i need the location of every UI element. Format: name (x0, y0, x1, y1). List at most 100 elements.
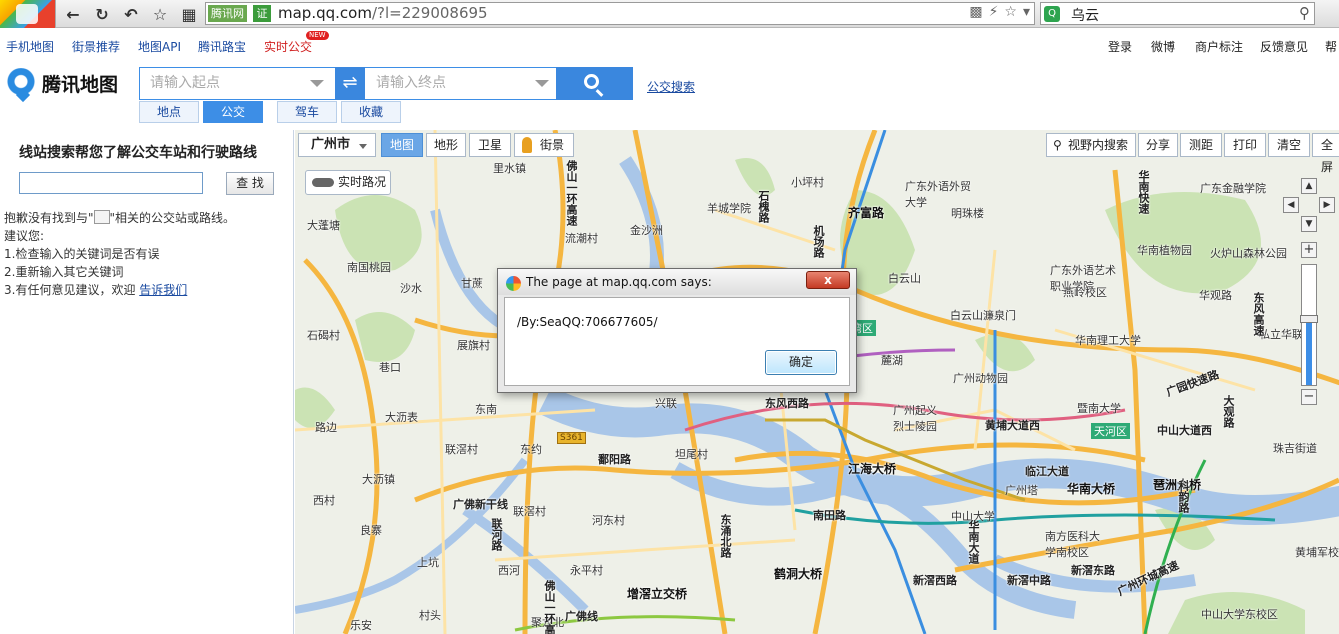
zoom-out-icon[interactable]: − (1301, 389, 1317, 405)
refresh-icon[interactable]: ↻ (91, 3, 113, 25)
map-label: 珠吉街道 (1273, 442, 1317, 455)
live-bus-link[interactable]: 实时公交 (264, 38, 312, 55)
chevron-down-icon[interactable]: ▾ (1023, 4, 1030, 20)
map-label: 西河 (498, 564, 520, 577)
map-label: 沙水 (400, 282, 422, 295)
zoom-level-fill (1306, 319, 1312, 385)
end-dropdown-icon[interactable] (535, 80, 549, 87)
map-label: 甘蔗 (461, 277, 483, 290)
bus-search-link[interactable]: 公交搜索 (647, 78, 695, 95)
fullscreen-button[interactable]: 全屏 (1312, 133, 1339, 174)
pan-down-icon[interactable]: ▼ (1301, 216, 1317, 232)
back-icon[interactable]: ← (62, 3, 84, 25)
advice-1: 1.检查输入的关键词是否有误 (4, 247, 160, 261)
dialog-ok-button[interactable]: 确定 (765, 350, 837, 375)
pegman-icon (522, 137, 532, 153)
map-label: 兴联 (655, 397, 677, 410)
city-selector[interactable]: 广州市 (298, 133, 376, 157)
map-label: 广州起义烈士陵园 (893, 404, 937, 433)
map-api-link[interactable]: 地图API (138, 38, 181, 55)
map-label: 羊城学院 (707, 202, 751, 215)
map-label: 暨南大学 (1077, 402, 1121, 415)
address-bar[interactable]: 腾讯网 证 map.qq.com/?l=229008695 ▩ ⚡ ☆ ▾ (205, 2, 1035, 25)
map-label: 联滘村 (445, 443, 478, 456)
apps-grid-icon[interactable]: ▦ (178, 3, 200, 25)
tab-favorites[interactable]: 收藏 (341, 101, 401, 123)
share-button[interactable]: 分享 (1138, 133, 1178, 157)
tab-place[interactable]: 地点 (139, 101, 199, 123)
search-icon: ⚲ (1053, 138, 1062, 152)
dialog-close-button[interactable]: x (806, 271, 850, 289)
find-button[interactable]: 查 找 (226, 172, 274, 195)
feedback-link[interactable]: 反馈意见 (1260, 38, 1308, 55)
zoom-in-icon[interactable]: + (1301, 242, 1317, 258)
cert-badge[interactable]: 证 (253, 5, 271, 22)
browser-logo-icon[interactable] (0, 0, 56, 28)
map-label: 华南大桥 (1067, 482, 1116, 496)
map-label: 中山大学东校区 (1201, 608, 1278, 621)
road-label: 华南大道 (967, 520, 980, 564)
satellite-mode-button[interactable]: 卫星 (469, 133, 511, 157)
search-icon[interactable]: ⚲ (1299, 4, 1310, 22)
search-engine-icon[interactable]: Q (1044, 6, 1060, 22)
street-view-button[interactable]: 街景 (514, 133, 574, 157)
terrain-mode-button[interactable]: 地形 (426, 133, 466, 157)
clear-button[interactable]: 清空 (1268, 133, 1310, 157)
pan-left-icon[interactable]: ◀ (1283, 197, 1299, 213)
start-input[interactable]: 请输入起点 (140, 68, 330, 99)
live-traffic-button[interactable]: 实时路况 (305, 170, 391, 195)
print-button[interactable]: 打印 (1224, 133, 1266, 157)
map-label: 石碣村 (307, 329, 340, 342)
dialog-titlebar[interactable]: The page at map.qq.com says: x (498, 269, 856, 295)
msg-prefix: 抱歉没有找到与" (4, 211, 94, 225)
map-label: 天河区 (1091, 423, 1130, 439)
map-label: 增滘立交桥 (627, 587, 688, 601)
map-label: 巷口 (379, 361, 401, 374)
search-icon (584, 74, 599, 89)
browser-search-box[interactable]: Q 乌云 ⚲ (1040, 2, 1315, 25)
merchant-label-link[interactable]: 商户标注 (1195, 38, 1243, 55)
search-in-view-button[interactable]: ⚲ 视野内搜索 (1046, 133, 1136, 157)
end-input[interactable]: 请输入终点 (366, 68, 556, 99)
url-path: /?l=229008695 (371, 4, 488, 22)
url-text[interactable]: map.qq.com/?l=229008695 (278, 3, 488, 24)
bookmark-star-icon[interactable]: ☆ (1004, 4, 1017, 20)
map-label: 里水镇 (493, 162, 526, 175)
zoom-slider-track[interactable] (1301, 264, 1317, 386)
broken-image-icon (93, 210, 110, 224)
pan-right-icon[interactable]: ▶ (1319, 197, 1335, 213)
route-search-button[interactable] (556, 67, 633, 100)
mobile-map-link[interactable]: 手机地图 (6, 38, 54, 55)
tencent-lubao-link[interactable]: 腾讯路宝 (198, 38, 246, 55)
favorite-star-icon[interactable]: ☆ (149, 3, 171, 25)
login-link[interactable]: 登录 (1108, 38, 1132, 55)
lightning-icon[interactable]: ⚡ (989, 4, 999, 20)
pan-up-icon[interactable]: ▲ (1301, 178, 1317, 194)
dialog-title: The page at map.qq.com says: (526, 275, 712, 289)
undo-icon[interactable]: ↶ (120, 3, 142, 25)
street-view-recommend-link[interactable]: 街景推荐 (72, 38, 120, 55)
tab-bus[interactable]: 公交 (203, 101, 263, 123)
new-badge: NEW (306, 31, 329, 40)
help-link[interactable]: 帮 (1325, 38, 1337, 55)
browser-search-text[interactable]: 乌云 (1071, 5, 1099, 25)
road-label: 华南快速 (1137, 170, 1150, 214)
zoom-slider-thumb[interactable] (1300, 315, 1318, 323)
swap-button[interactable]: ⇌ (335, 67, 365, 100)
tencent-map-logo[interactable]: 腾讯地图 (4, 67, 118, 99)
route-search-box: 请输入起点 ⇌ 请输入终点 (139, 67, 633, 100)
start-dropdown-icon[interactable] (310, 80, 324, 87)
map-label: 明珠楼 (951, 207, 984, 220)
map-mode-button[interactable]: 地图 (381, 133, 423, 157)
measure-button[interactable]: 测距 (1180, 133, 1222, 157)
pan-zoom-control: ▲ ◀ ▶ ▼ + − (1281, 178, 1337, 408)
qr-icon[interactable]: ▩ (969, 4, 982, 20)
search-mode-tabs: 地点 公交 驾车 收藏 (139, 101, 401, 124)
map-label: 齐富路 (848, 206, 885, 220)
line-station-input[interactable] (19, 172, 203, 194)
tab-drive[interactable]: 驾车 (277, 101, 337, 123)
contact-us-link[interactable]: 告诉我们 (139, 283, 187, 297)
dialog-message: /By:SeaQQ:706677605/ (517, 315, 658, 329)
site-badge: 腾讯网 (208, 5, 247, 22)
weibo-link[interactable]: 微博 (1151, 38, 1175, 55)
